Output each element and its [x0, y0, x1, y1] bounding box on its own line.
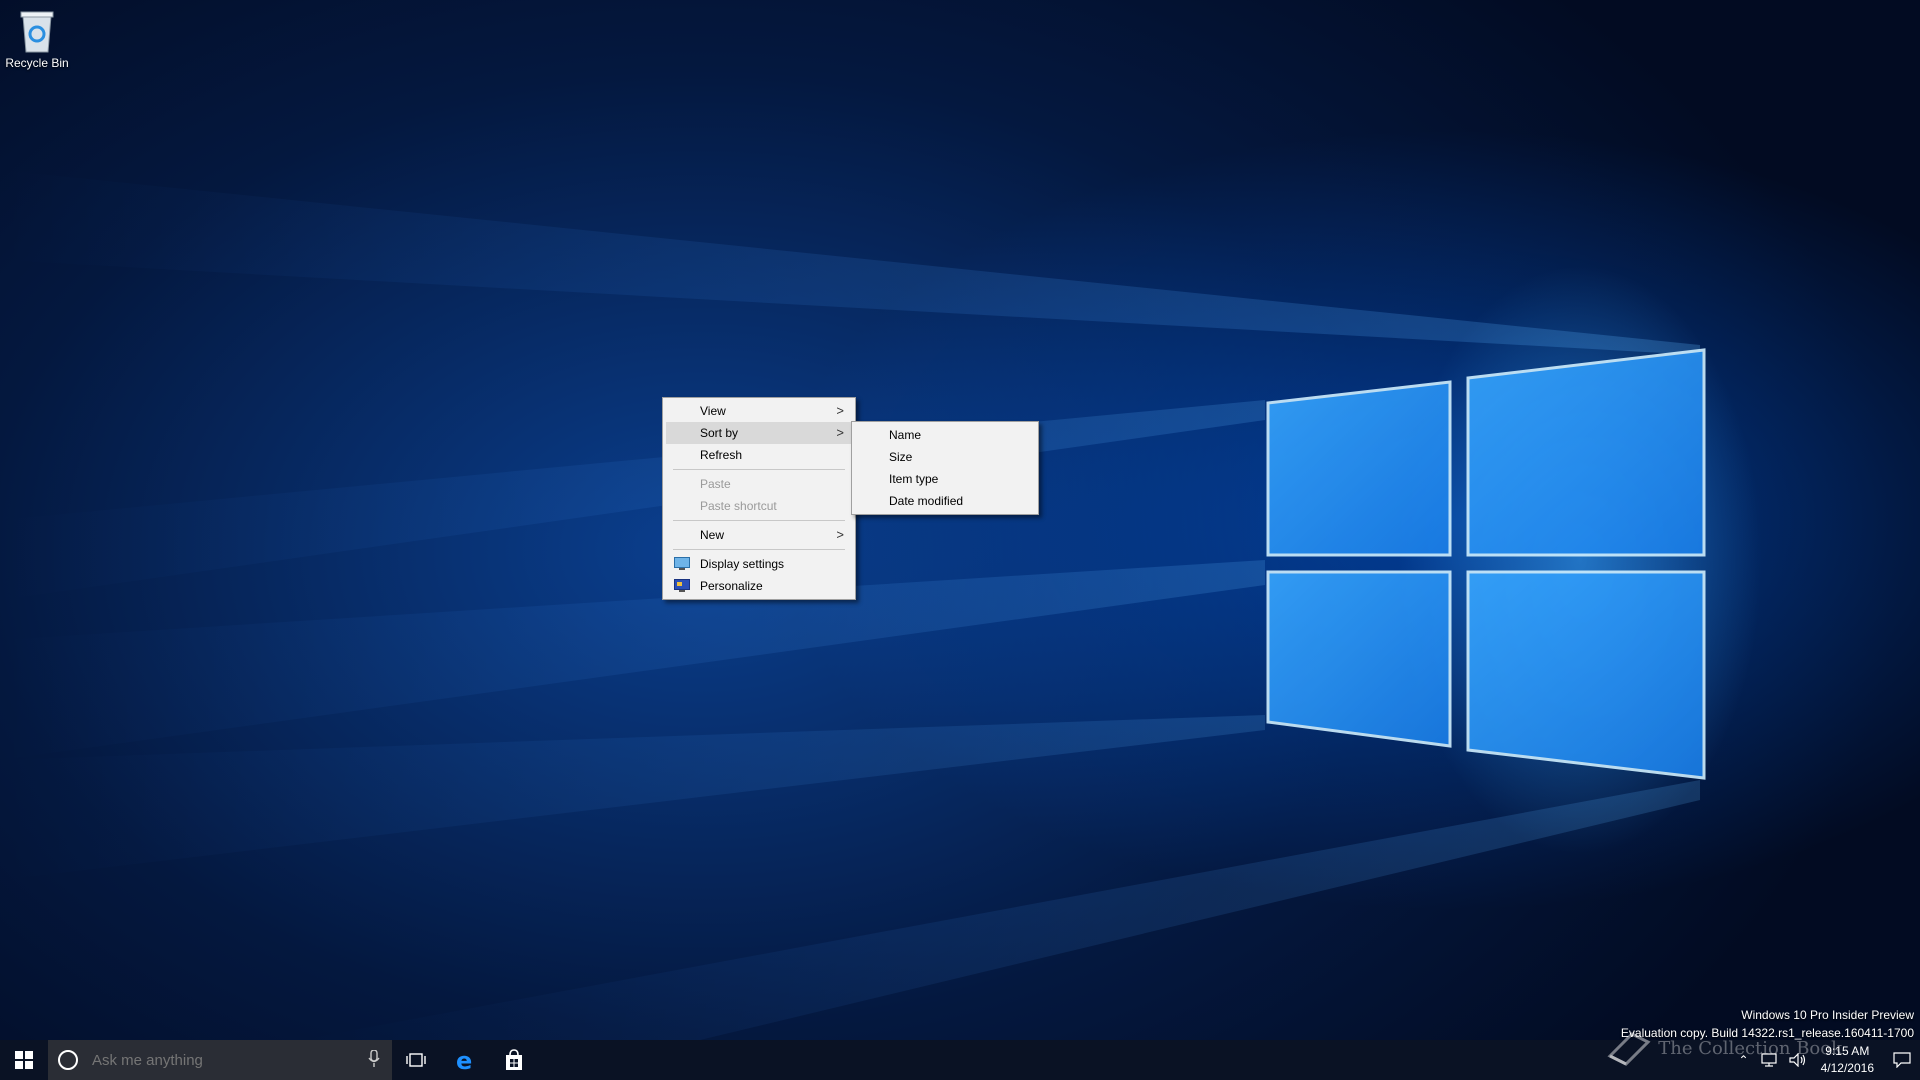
task-view-button[interactable] — [392, 1040, 440, 1080]
desktop-icon-recycle-bin[interactable]: Recycle Bin — [4, 8, 70, 70]
store-taskbar-button[interactable] — [490, 1040, 538, 1080]
desktop-context-menu: View > Sort by > Refresh Paste Paste sho… — [662, 397, 856, 600]
taskbar: e ⌃ 9:15 AM 4/12/2016 — [0, 1040, 1920, 1080]
menu-separator — [673, 469, 845, 470]
menu-item-label: Date modified — [889, 494, 964, 508]
menu-item-label: Personalize — [700, 579, 763, 593]
submenu-item-date-modified[interactable]: Date modified — [855, 490, 1035, 512]
desktop-background[interactable]: Recycle Bin Windows 10 Pro Insider Previ… — [0, 0, 1920, 1040]
menu-item-display-settings[interactable]: Display settings — [666, 553, 852, 575]
menu-item-label: Paste shortcut — [700, 499, 777, 513]
watermark-edition: Windows 10 Pro Insider Preview — [1741, 1008, 1914, 1022]
menu-item-label: Paste — [700, 477, 731, 491]
clock-date: 4/12/2016 — [1820, 1061, 1874, 1075]
display-settings-icon — [674, 557, 690, 570]
system-tray: ⌃ 9:15 AM 4/12/2016 — [1733, 1040, 1920, 1080]
start-button[interactable] — [0, 1040, 48, 1080]
watermark-build: Evaluation copy. Build 14322.rs1_release… — [1620, 1026, 1914, 1040]
edge-taskbar-button[interactable]: e — [442, 1040, 490, 1080]
menu-item-label: New — [700, 528, 725, 542]
windows-logo-light — [1266, 348, 1706, 780]
menu-item-label: Size — [889, 450, 913, 464]
menu-item-refresh[interactable]: Refresh — [666, 444, 852, 466]
menu-item-label: Refresh — [700, 448, 743, 462]
sort-by-submenu: Name Size Item type Date modified — [851, 421, 1039, 515]
desktop-icon-label: Recycle Bin — [5, 56, 69, 70]
taskbar-clock[interactable]: 9:15 AM 4/12/2016 — [1821, 1043, 1874, 1077]
menu-item-paste-shortcut: Paste shortcut — [666, 495, 852, 517]
wallpaper-light-beams — [0, 170, 1706, 1040]
recycle-bin-icon — [20, 11, 54, 53]
svg-text:e: e — [456, 1048, 472, 1072]
menu-item-personalize[interactable]: Personalize — [666, 575, 852, 597]
submenu-item-size[interactable]: Size — [855, 446, 1035, 468]
task-view-icon — [406, 1053, 426, 1067]
cortana-icon — [58, 1050, 78, 1070]
menu-item-label: Name — [889, 428, 922, 442]
store-icon — [506, 1049, 522, 1070]
edge-icon: e — [456, 1048, 472, 1072]
chevron-right-icon: > — [836, 403, 844, 418]
windows-start-icon — [15, 1051, 33, 1069]
menu-item-label: Item type — [889, 472, 939, 486]
menu-item-sort-by[interactable]: Sort by > — [666, 422, 852, 444]
submenu-item-item-type[interactable]: Item type — [855, 468, 1035, 490]
clock-time: 9:15 AM — [1825, 1044, 1870, 1058]
network-icon[interactable] — [1761, 1053, 1777, 1067]
menu-separator — [673, 549, 845, 550]
menu-separator — [673, 520, 845, 521]
menu-item-label: Sort by — [700, 426, 739, 440]
chevron-right-icon: > — [836, 527, 844, 542]
menu-item-label: View — [700, 404, 726, 418]
chevron-right-icon: > — [836, 425, 844, 440]
show-hidden-icons-chevron-icon[interactable]: ⌃ — [1739, 1053, 1749, 1067]
menu-item-paste: Paste — [666, 473, 852, 495]
action-center-icon[interactable] — [1890, 1052, 1914, 1068]
microphone-icon[interactable] — [368, 1050, 380, 1068]
cortana-search-box[interactable] — [48, 1040, 392, 1080]
personalize-icon — [674, 579, 690, 592]
submenu-item-name[interactable]: Name — [855, 424, 1035, 446]
search-input[interactable] — [90, 1050, 364, 1070]
menu-item-label: Display settings — [700, 557, 785, 571]
menu-item-view[interactable]: View > — [666, 400, 852, 422]
evaluation-watermark: Windows 10 Pro Insider Preview Evaluatio… — [1621, 1006, 1914, 1040]
volume-icon[interactable] — [1789, 1053, 1807, 1067]
menu-item-new[interactable]: New > — [666, 524, 852, 546]
